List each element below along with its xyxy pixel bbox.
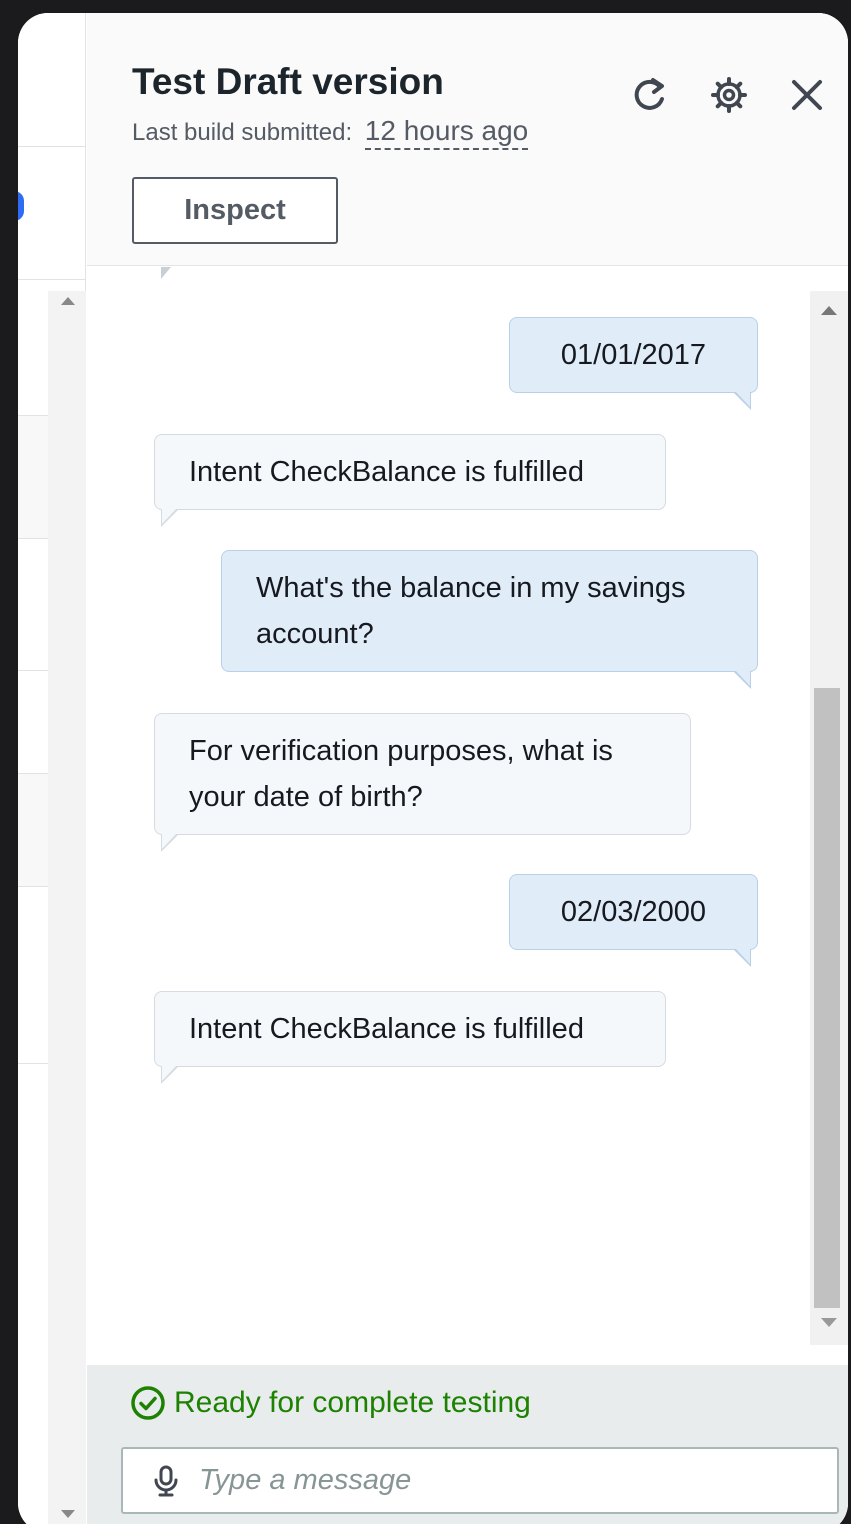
bot-message: Intent CheckBalance is fulfilled bbox=[154, 991, 666, 1084]
message-text: Intent CheckBalance is fulfilled bbox=[189, 456, 584, 488]
user-message: 02/03/2000 bbox=[509, 874, 758, 967]
chevron-left-icon[interactable]: ‹ bbox=[18, 65, 28, 95]
close-icon bbox=[792, 80, 822, 110]
bubble-tail bbox=[733, 670, 751, 689]
bubble-tail bbox=[161, 1065, 179, 1084]
scroll-down-icon[interactable] bbox=[61, 1510, 75, 1518]
refresh-button[interactable] bbox=[627, 73, 671, 117]
bubble-tail bbox=[733, 391, 751, 410]
status-text: Ready for complete testing bbox=[174, 1386, 531, 1419]
chat-scrollbar[interactable] bbox=[810, 291, 848, 1345]
build-time[interactable]: 12 hours ago bbox=[364, 115, 529, 150]
panel-footer: Ready for complete testing bbox=[87, 1365, 848, 1524]
user-message: 01/01/2017 bbox=[509, 317, 758, 410]
chat-transcript: 01/01/2017 Intent CheckBalance is fulfil… bbox=[87, 267, 848, 1365]
bot-message: For verification purposes, what is your … bbox=[154, 713, 691, 852]
bot-message: Intent CheckBalance is fulfilled bbox=[154, 434, 666, 527]
window: ‹ Test Draft version Last build submitte… bbox=[18, 13, 848, 1524]
test-panel: Test Draft version Last build submitted:… bbox=[87, 13, 848, 1524]
scrollbar[interactable] bbox=[48, 291, 86, 1524]
message-text: For verification purposes, what is your … bbox=[189, 735, 613, 813]
close-button[interactable] bbox=[785, 73, 829, 117]
refresh-icon bbox=[634, 78, 664, 110]
scrollbar-thumb[interactable] bbox=[814, 688, 840, 1308]
bubble-tail bbox=[161, 267, 171, 279]
inspect-button[interactable]: Inspect bbox=[132, 177, 338, 244]
bubble-tail bbox=[733, 948, 751, 967]
message-text: What's the balance in my savings account… bbox=[256, 572, 686, 650]
check-circle-icon bbox=[131, 1386, 165, 1420]
message-text: Intent CheckBalance is fulfilled bbox=[189, 1013, 584, 1045]
settings-button[interactable] bbox=[707, 73, 751, 117]
message-text: 02/03/2000 bbox=[560, 896, 707, 928]
message-text: 01/01/2017 bbox=[560, 339, 707, 371]
message-input-box[interactable] bbox=[121, 1447, 839, 1514]
scroll-up-icon[interactable] bbox=[61, 297, 75, 305]
panel-title: Test Draft version bbox=[132, 61, 444, 102]
microphone-icon[interactable] bbox=[149, 1464, 183, 1498]
status-message: Ready for complete testing bbox=[130, 1385, 531, 1421]
divider bbox=[18, 279, 86, 280]
scroll-up-icon[interactable] bbox=[821, 306, 837, 315]
user-message: What's the balance in my savings account… bbox=[221, 550, 758, 689]
scroll-down-icon[interactable] bbox=[821, 1318, 837, 1327]
build-info: Last build submitted: 12 hours ago bbox=[132, 115, 529, 150]
panel-header: Test Draft version Last build submitted:… bbox=[87, 13, 848, 266]
build-label: Last build submitted: bbox=[132, 119, 353, 146]
settings-icon bbox=[711, 77, 747, 113]
bubble-tail bbox=[161, 508, 179, 527]
bubble-tail bbox=[161, 833, 179, 852]
message-input[interactable] bbox=[199, 1464, 799, 1497]
divider bbox=[18, 146, 86, 147]
background-page: ‹ bbox=[18, 13, 86, 1524]
